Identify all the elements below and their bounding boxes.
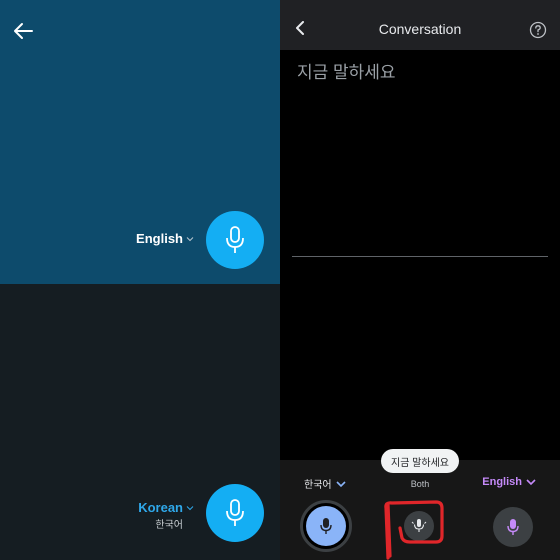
app-header: Conversation — [280, 0, 560, 50]
bottom-language-label: Korean — [138, 500, 183, 515]
microphone-icon — [226, 226, 244, 253]
left-mic-button[interactable] — [300, 500, 352, 552]
back-arrow-icon[interactable] — [12, 20, 34, 42]
bottom-mic-button[interactable] — [206, 484, 264, 542]
conversation-panel: Conversation 지금 말하세요 지금 말하세요 한국어 Both En… — [280, 0, 560, 560]
microphone-icon — [226, 499, 244, 526]
microphone-icon — [320, 518, 332, 534]
face-to-face-panel: English Korean 한국어 — [0, 0, 280, 560]
left-mic-active-indicator — [306, 506, 346, 546]
page-title: Conversation — [378, 21, 462, 37]
bottom-language-selector[interactable]: Korean 한국어 — [138, 500, 194, 531]
auto-both-mic-button[interactable] — [404, 511, 434, 541]
top-language-label: English — [136, 231, 183, 246]
top-speaker-area: English — [0, 0, 280, 284]
right-mic-button[interactable] — [493, 507, 533, 547]
right-language-selector[interactable]: English — [482, 476, 536, 488]
bottom-language-native-label: 한국어 — [155, 520, 183, 531]
speak-now-tooltip: 지금 말하세요 — [381, 449, 459, 473]
top-mic-button[interactable] — [206, 211, 264, 269]
chevron-down-icon — [186, 505, 194, 510]
speak-now-prompt: 지금 말하세요 — [297, 63, 396, 82]
dual-microphone-icon — [411, 519, 427, 532]
top-language-selector[interactable]: English — [136, 231, 194, 246]
chevron-down-icon — [186, 236, 194, 241]
right-language-label: English — [482, 476, 522, 488]
help-circle-icon[interactable] — [529, 21, 547, 39]
microphone-icon — [507, 519, 519, 535]
chevron-down-icon — [526, 479, 536, 486]
divider — [292, 256, 548, 257]
